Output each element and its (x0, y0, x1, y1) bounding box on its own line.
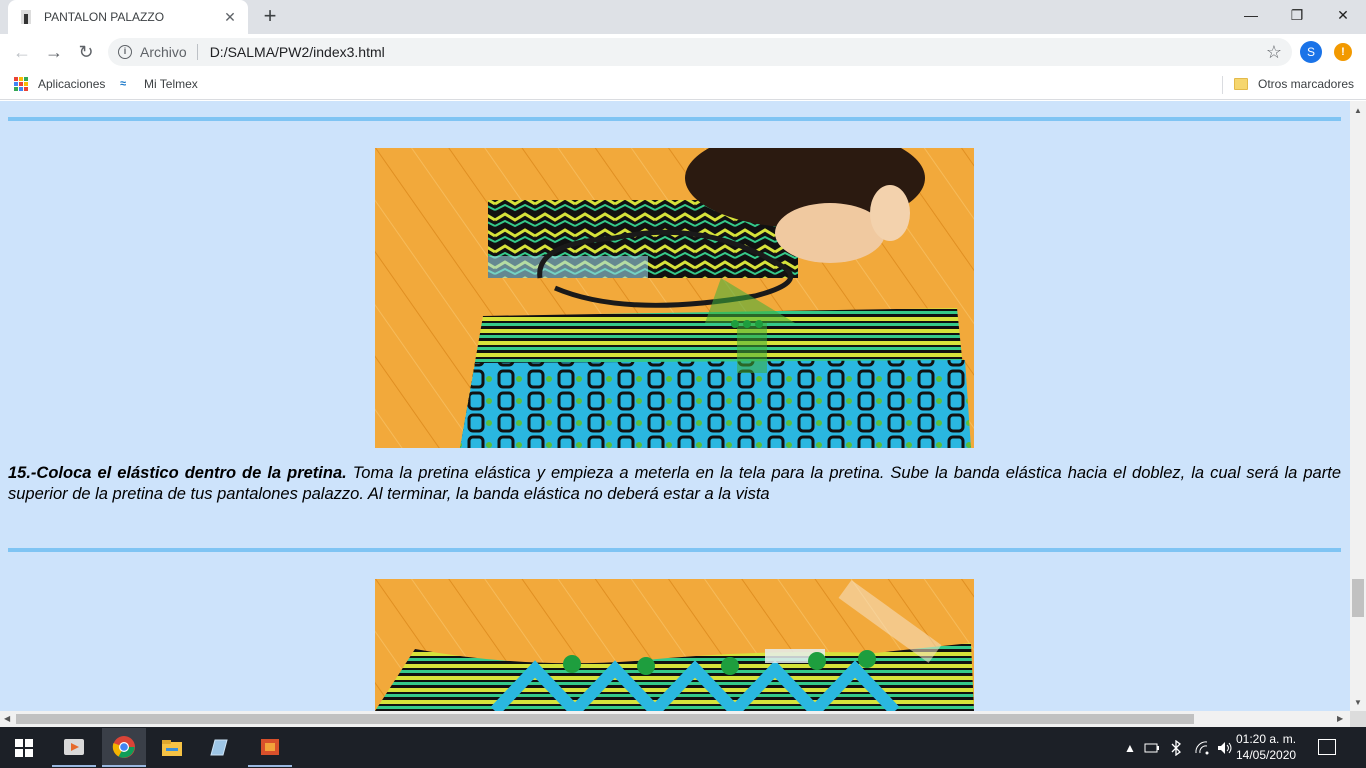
vertical-scroll-thumb[interactable] (1352, 579, 1364, 617)
vertical-scrollbar[interactable] (1350, 101, 1366, 711)
minimize-button[interactable]: — (1228, 0, 1274, 30)
bookmark-other-folder[interactable]: Otros marcadores (1234, 77, 1354, 91)
taskbar-file-explorer[interactable] (150, 728, 194, 767)
taskbar-media-player[interactable] (52, 728, 96, 767)
system-clock[interactable]: 01:20 a. m. 14/05/2020 (1236, 731, 1306, 763)
horizontal-scroll-thumb[interactable] (16, 714, 1194, 724)
media-player-icon (64, 738, 84, 755)
office-app-icon (261, 738, 279, 755)
step-15-heading: 15.-Coloca el elástico dentro de la pret… (8, 464, 347, 482)
apps-grid-icon (14, 77, 28, 91)
restore-button[interactable]: ❐ (1274, 0, 1320, 30)
telmex-logo-icon: ≈ (120, 78, 127, 90)
address-bar[interactable]: i Archivo D:/SALMA/PW2/index3.html ☆ (108, 38, 1292, 66)
volume-icon[interactable] (1216, 727, 1234, 768)
bookmark-star-icon[interactable]: ☆ (1266, 42, 1282, 63)
scroll-up-icon[interactable]: ▲ (1354, 106, 1362, 115)
clock-time: 01:20 a. m. (1236, 732, 1297, 746)
section-divider (8, 548, 1341, 552)
file-explorer-icon (162, 739, 182, 756)
browser-toolbar: ← → ↻ i Archivo D:/SALMA/PW2/index3.html… (0, 34, 1366, 70)
notifications-icon[interactable] (1318, 739, 1336, 755)
taskbar-office-app[interactable] (248, 728, 292, 767)
scroll-right-icon[interactable]: ▶ (1337, 714, 1343, 723)
folder-icon (1234, 78, 1248, 90)
site-info-icon[interactable]: i (118, 45, 132, 59)
taskbar: ▲ 01:20 a. m. 14/05/2020 (0, 727, 1366, 768)
bookmark-other-label: Otros marcadores (1258, 77, 1355, 91)
address-separator (196, 44, 198, 60)
reload-button[interactable]: ↻ (72, 38, 100, 66)
bookmarks-separator (1222, 76, 1223, 94)
wifi-icon[interactable] (1194, 727, 1210, 768)
forward-button[interactable]: → (40, 38, 68, 66)
new-tab-button[interactable]: + (258, 5, 282, 29)
chrome-icon (112, 735, 135, 758)
taskbar-chrome[interactable] (102, 728, 146, 767)
page-content: 15.-Coloca el elástico dentro de la pret… (0, 101, 1350, 711)
step-16-photo (375, 579, 974, 711)
scheme-label: Archivo (140, 44, 187, 60)
tab-strip: PANTALON PALAZZO ✕ + — ❐ ✕ (0, 0, 1366, 34)
scroll-down-icon[interactable]: ▼ (1354, 698, 1362, 707)
bookmarks-bar: Aplicaciones ≈ Mi Telmex Otros marcadore… (0, 70, 1366, 100)
tab-close-icon[interactable]: ✕ (222, 9, 238, 26)
bookmark-mi-telmex[interactable]: ≈ Mi Telmex (120, 77, 198, 91)
page-favicon-icon (18, 9, 34, 25)
bookmark-apps-label: Aplicaciones (38, 77, 106, 91)
bookmark-apps[interactable]: Aplicaciones (14, 77, 105, 91)
tray-overflow-chevron[interactable]: ▲ (1124, 727, 1136, 768)
scrollbar-corner (1350, 711, 1366, 727)
step-15-photo (375, 148, 974, 448)
browser-tab[interactable]: PANTALON PALAZZO ✕ (8, 0, 248, 34)
taskbar-app-blue[interactable] (196, 728, 240, 767)
start-button[interactable] (0, 727, 48, 768)
battery-icon[interactable] (1144, 727, 1160, 768)
step-15-instructions: 15.-Coloca el elástico dentro de la pret… (8, 463, 1341, 505)
update-alert-icon[interactable]: ! (1334, 43, 1352, 61)
url-text[interactable]: D:/SALMA/PW2/index3.html (210, 44, 385, 60)
scroll-left-icon[interactable]: ◀ (4, 714, 10, 723)
app-window-icon (210, 739, 228, 755)
tab-title: PANTALON PALAZZO (44, 10, 165, 24)
bluetooth-icon[interactable] (1170, 727, 1182, 768)
profile-avatar[interactable]: S (1300, 41, 1322, 63)
back-button[interactable]: ← (8, 38, 36, 66)
close-window-button[interactable]: ✕ (1320, 0, 1366, 30)
windows-logo-icon (15, 738, 33, 757)
clock-date: 14/05/2020 (1236, 748, 1297, 762)
bookmark-telmex-label: Mi Telmex (144, 77, 198, 91)
section-divider (8, 117, 1341, 121)
